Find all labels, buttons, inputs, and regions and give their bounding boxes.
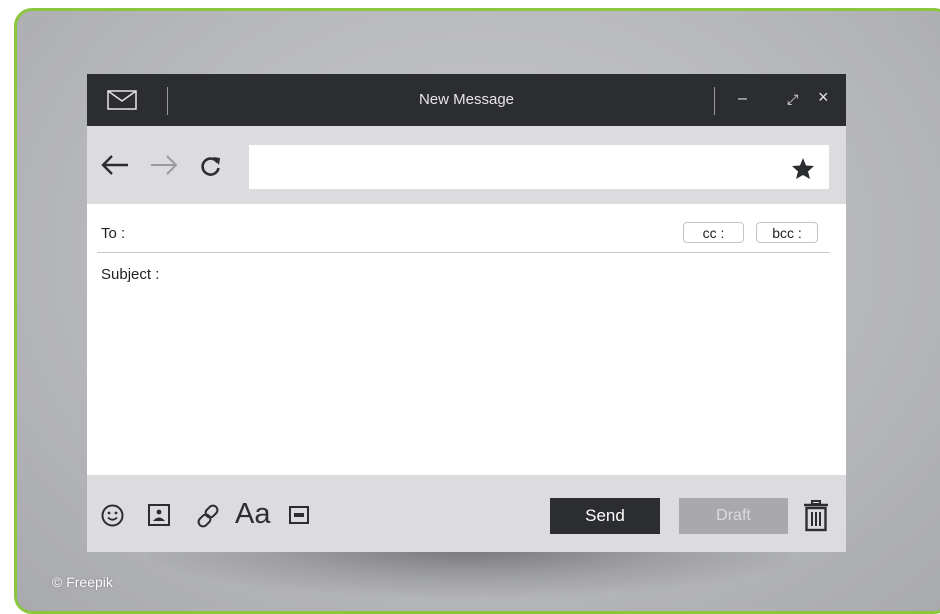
reload-button[interactable] [200, 155, 222, 182]
window-shadow [150, 548, 790, 596]
send-button[interactable]: Send [550, 498, 660, 534]
forward-button[interactable] [149, 154, 179, 181]
image-credit: © Freepik [52, 574, 113, 590]
emoji-button[interactable] [101, 504, 124, 532]
title-bar: New Message – ⤢ × [87, 74, 846, 126]
title-divider-right [714, 87, 715, 115]
back-button[interactable] [100, 154, 130, 181]
close-button[interactable]: × [818, 88, 829, 106]
bcc-button[interactable]: bcc : [756, 222, 818, 243]
star-icon [792, 158, 814, 179]
bookmark-button[interactable] [791, 157, 815, 185]
compose-window: New Message – ⤢ × To: cc: bcc: Subjec… [87, 74, 846, 552]
address-input[interactable] [249, 145, 829, 189]
link-icon [197, 504, 219, 528]
to-divider [97, 252, 830, 253]
window-title: New Message [418, 91, 515, 108]
reload-icon [201, 157, 220, 176]
delete-button[interactable] [803, 500, 829, 537]
arrow-left-icon [101, 155, 128, 175]
insert-image-button[interactable] [148, 504, 170, 531]
image-icon [148, 504, 170, 526]
maximize-button[interactable]: ⤢ [787, 90, 798, 108]
trash-icon [804, 500, 828, 532]
insert-gif-button[interactable] [289, 506, 309, 529]
format-text-button[interactable]: Aa [235, 499, 270, 529]
insert-link-button[interactable] [195, 503, 221, 534]
gif-icon [289, 506, 309, 524]
subject-label: Subject : [101, 266, 160, 283]
draft-button[interactable]: Draft [679, 498, 788, 534]
smiley-icon [101, 504, 124, 527]
compose-toolbar: Aa Send Draft [87, 475, 846, 552]
to-label: To : [101, 225, 126, 242]
cc-button[interactable]: cc : [683, 222, 744, 243]
navigation-bar [87, 126, 846, 204]
arrow-right-icon [151, 155, 178, 175]
message-body[interactable] [97, 288, 834, 472]
minimize-button[interactable]: – [738, 90, 747, 108]
